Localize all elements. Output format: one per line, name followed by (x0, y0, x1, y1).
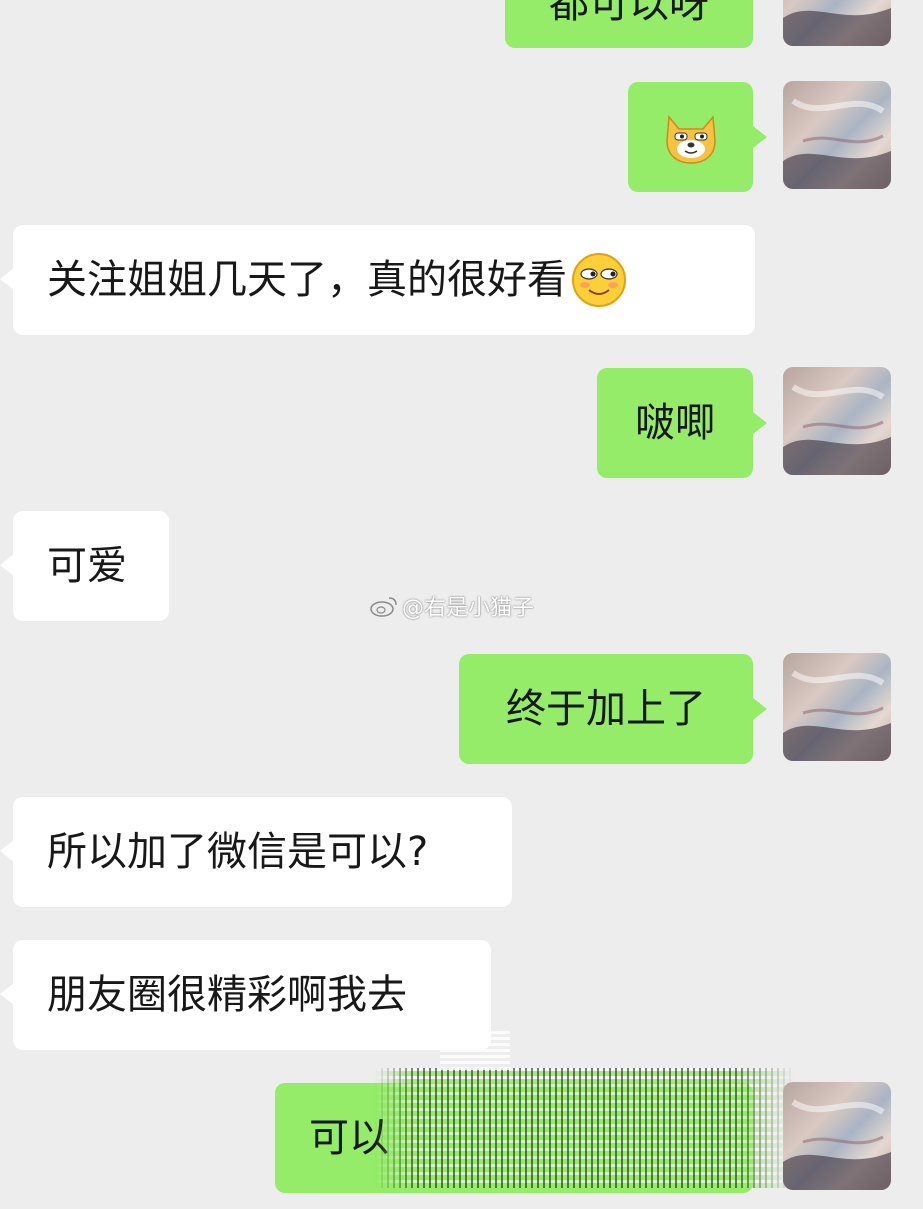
message-bubble[interactable] (628, 82, 753, 192)
message-text: 终于加上了 (506, 686, 706, 732)
message-bubble[interactable]: 所以加了微信是可以? (13, 797, 512, 907)
weibo-icon (370, 597, 397, 617)
smirk-emoji (572, 253, 626, 307)
message-bubble[interactable]: 关注姐姐几天了，真的很好看 (13, 225, 755, 335)
message-bubble[interactable]: 可爱 (13, 511, 169, 621)
message-bubble[interactable]: 啵唧 (597, 368, 753, 478)
doge-emoji (665, 115, 716, 164)
message-text: 所以加了微信是可以? (47, 829, 429, 875)
avatar[interactable] (783, 653, 891, 761)
watermark-text: @右是小猫子 (402, 596, 535, 621)
avatar[interactable] (783, 81, 891, 189)
message-bubble[interactable]: 朋友圈很精彩啊我去 (13, 940, 491, 1050)
message-bubble[interactable]: 都可以呀 (505, 0, 753, 48)
avatar[interactable] (783, 367, 891, 475)
message-bubble[interactable]: 终于加上了 (459, 654, 753, 764)
message-text: 啵唧 (635, 400, 715, 446)
glitch-overlay (375, 1068, 795, 1188)
message-text: 都可以呀 (549, 0, 709, 27)
message-text: 朋友圈很精彩啊我去 (47, 972, 407, 1018)
watermark: @右是小猫子 (370, 590, 534, 622)
avatar[interactable] (783, 1082, 891, 1190)
glitch-overlay (440, 1030, 510, 1070)
message-text: 关注姐姐几天了，真的很好看 (47, 257, 567, 303)
message-text: 可爱 (47, 543, 127, 589)
avatar[interactable] (783, 0, 891, 46)
